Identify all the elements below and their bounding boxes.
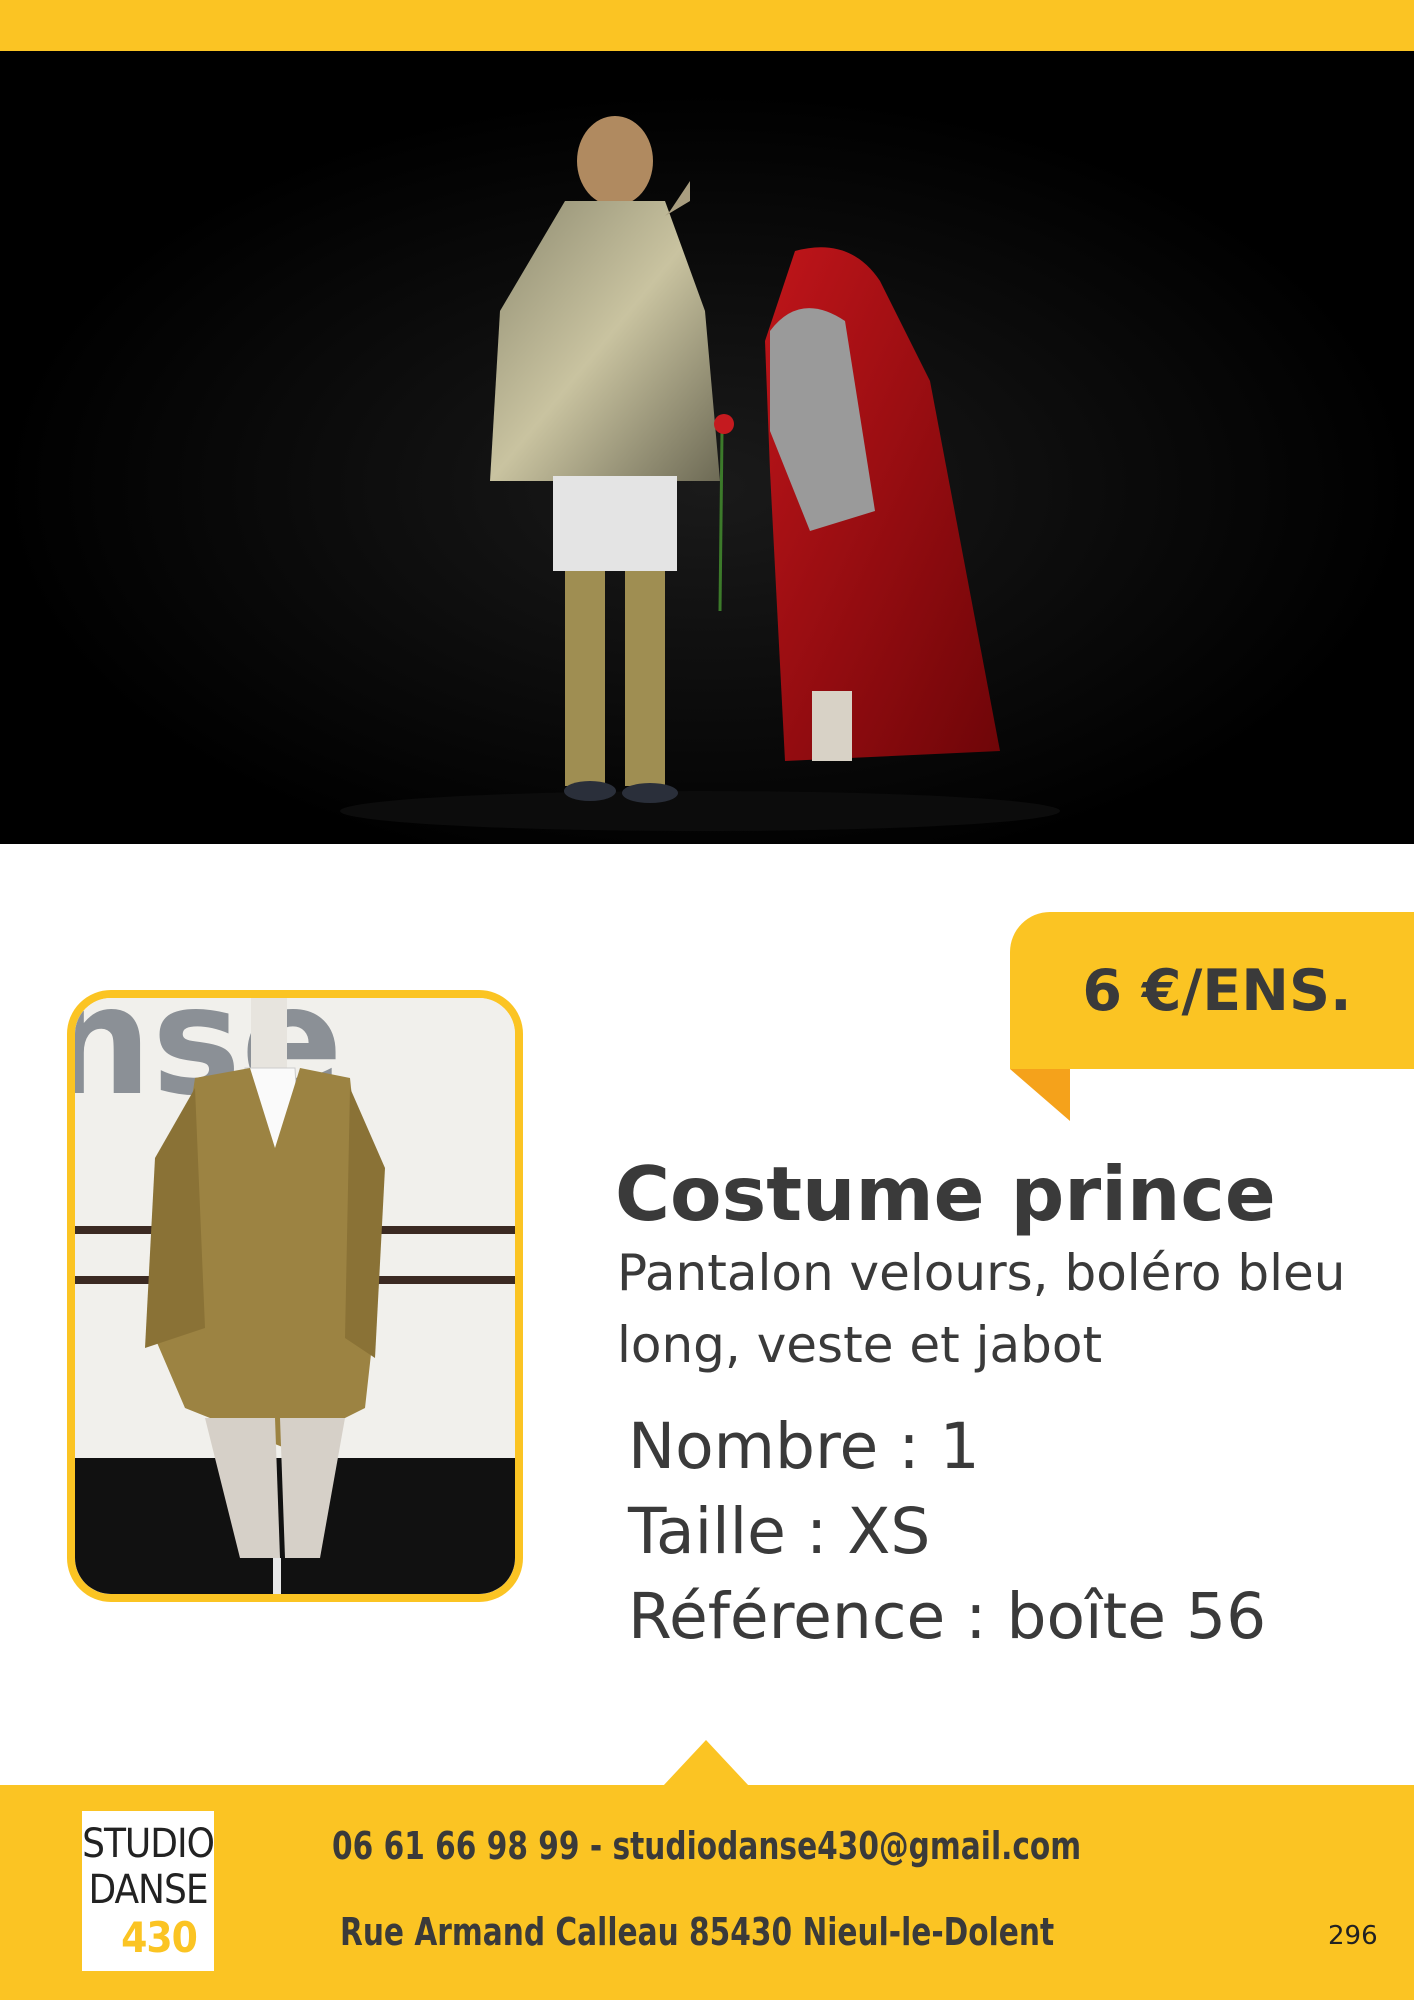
footer-notch	[663, 1740, 749, 1786]
logo-line-2: DANSE	[88, 1867, 208, 1913]
costume-description: Pantalon velours, boléro bleu long, vest…	[617, 1244, 1346, 1374]
price-label: 6 €/ENS.	[1082, 957, 1352, 1024]
costume-title: Costume prince	[615, 1150, 1276, 1238]
footer-address: Rue Armand Calleau 85430 Nieul-le-Dolent	[340, 1910, 1055, 1954]
top-accent-bar	[0, 0, 1414, 51]
logo-line-3: 430	[121, 1913, 198, 1962]
costume-size: Taille : XS	[628, 1495, 931, 1568]
footer-contact: 06 61 66 98 99 - studiodanse430@gmail.co…	[332, 1824, 1082, 1868]
page-number: 296	[1328, 1921, 1378, 1951]
stage-photo	[0, 51, 1414, 844]
costume-photo: nse	[67, 990, 523, 1602]
costume-reference: Référence : boîte 56	[628, 1580, 1267, 1653]
price-tag-fold	[1010, 1069, 1070, 1121]
costume-count: Nombre : 1	[628, 1410, 980, 1483]
studio-logo: STUDIO DANSE 430	[82, 1811, 215, 1971]
logo-line-1: STUDIO	[82, 1821, 215, 1867]
